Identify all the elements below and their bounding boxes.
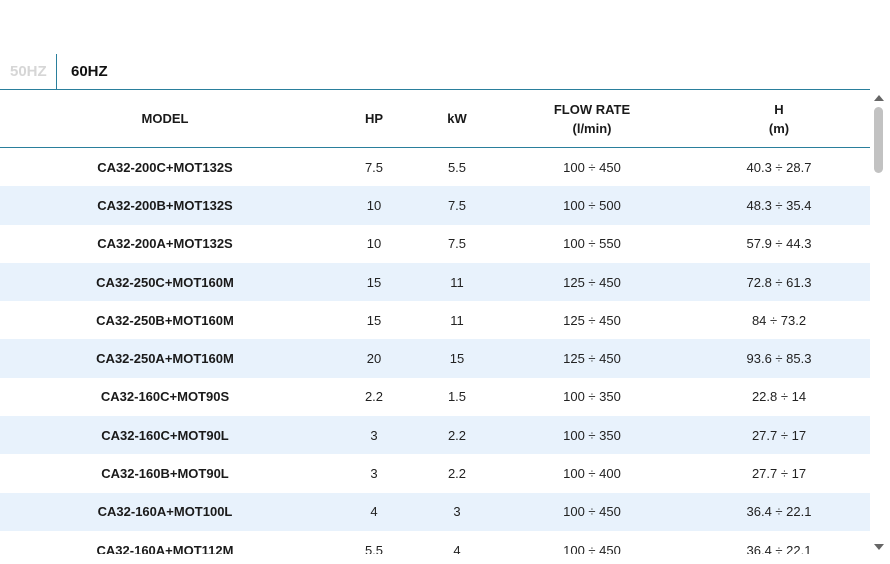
cell-flow: 100 ÷ 350 (563, 389, 621, 405)
cell-h: 22.8 ÷ 14 (751, 389, 807, 405)
table-row: CA32-160A+MOT100L 4 3 100 ÷ 450 36.4 ÷ 22.1 (0, 492, 870, 531)
cell-flow: 125 ÷ 450 (563, 312, 621, 328)
cell-h: 36.4 ÷ 22.1 (688, 492, 870, 531)
cell-kw: 1.5 (447, 389, 467, 405)
models-table: MODEL HP kW FLOW RATE (l/min) H (m) CA32… (0, 90, 870, 554)
cell-h: 84 ÷ 73.2 (751, 312, 807, 328)
header-kw: kW (418, 90, 496, 148)
cell-model: CA32-250A+MOT160M (0, 339, 330, 378)
table-row: CA32-200C+MOT132S 7.5 5.5 100 ÷ 450 40.3 ÷ 2… (0, 148, 870, 187)
cell-kw: 15 (418, 339, 496, 378)
cell-model: CA32-160A+MOT100L (0, 492, 330, 531)
cell-h: 40.3 ÷ 28.7 (746, 159, 812, 175)
vertical-scrollbar[interactable] (872, 92, 886, 554)
models-table-container: MODEL HP kW FLOW RATE (l/min) H (m) CA32… (0, 90, 870, 554)
cell-hp: 15 (330, 262, 418, 302)
table-row: CA32-160A+MOT112M 5.5 4 100 ÷ 450 36.4 ÷ 22.… (0, 531, 870, 554)
cell-flow: 100 ÷ 400 (563, 466, 621, 482)
cell-h: 36.4 ÷ 22.1 (746, 542, 812, 554)
cell-model: CA32-200B+MOT132S (0, 186, 330, 225)
cell-hp: 10 (330, 186, 418, 225)
scroll-down-arrow-icon[interactable] (874, 544, 884, 550)
cell-flow: 100 ÷ 450 (496, 492, 688, 531)
cell-kw: 5.5 (447, 159, 467, 175)
table-row: CA32-250C+MOT160M 15 11 125 ÷ 450 72.8 ÷ 61.… (0, 262, 870, 302)
cell-model: CA32-250C+MOT160M (0, 262, 330, 302)
cell-h: 72.8 ÷ 61.3 (688, 262, 870, 302)
header-head: H (m) (688, 90, 870, 148)
cell-kw: 11 (450, 312, 464, 328)
cell-kw: 7.5 (418, 186, 496, 225)
cell-hp: 2.2 (364, 389, 384, 405)
cell-flow: 125 ÷ 450 (496, 339, 688, 378)
scroll-up-arrow-icon[interactable] (874, 95, 884, 101)
cell-model: CA32-250B+MOT160M (96, 312, 234, 328)
cell-h: 93.6 ÷ 85.3 (688, 339, 870, 378)
cell-h: 48.3 ÷ 35.4 (688, 186, 870, 225)
cell-hp: 4 (330, 492, 418, 531)
header-model: MODEL (0, 90, 330, 148)
cell-h: 27.7 ÷ 17 (751, 466, 807, 482)
cell-kw: 2.2 (447, 466, 467, 482)
cell-hp: 3 (370, 466, 378, 482)
cell-flow: 100 ÷ 450 (563, 542, 621, 554)
cell-flow: 100 ÷ 550 (563, 236, 621, 252)
table-header-row: MODEL HP kW FLOW RATE (l/min) H (m) (0, 90, 870, 148)
cell-model: CA32-160A+MOT112M (96, 542, 234, 554)
cell-hp: 5.5 (364, 542, 384, 554)
table-row: CA32-250B+MOT160M 15 11 125 ÷ 450 84 ÷ 73.2 (0, 301, 870, 339)
table-row: CA32-160C+MOT90L 3 2.2 100 ÷ 350 27.7 ÷ 17 (0, 416, 870, 455)
table-row: CA32-160B+MOT90L 3 2.2 100 ÷ 400 27.7 ÷ 17 (0, 454, 870, 492)
cell-h: 27.7 ÷ 17 (688, 416, 870, 455)
cell-model: CA32-160B+MOT90L (101, 466, 229, 482)
cell-kw: 2.2 (418, 416, 496, 455)
cell-model: CA32-160C+MOT90S (100, 389, 230, 405)
cell-hp: 20 (330, 339, 418, 378)
table-row: CA32-200A+MOT132S 10 7.5 100 ÷ 550 57.9 ÷ 44… (0, 225, 870, 263)
cell-kw: 11 (418, 262, 496, 302)
table-row: CA32-160C+MOT90S 2.2 1.5 100 ÷ 350 22.8 ÷ 14 (0, 378, 870, 416)
cell-hp: 7.5 (364, 159, 384, 175)
frequency-tabs: 50HZ 60HZ (0, 54, 870, 90)
cell-kw: 7.5 (447, 236, 467, 252)
cell-h: 57.9 ÷ 44.3 (746, 236, 812, 252)
header-hp: HP (330, 90, 418, 148)
cell-model: CA32-200C+MOT132S (97, 159, 233, 175)
tab-60hz[interactable]: 60HZ (57, 54, 118, 89)
cell-model: CA32-200A+MOT132S (97, 236, 233, 252)
tab-50hz[interactable]: 50HZ (0, 54, 57, 89)
cell-flow: 100 ÷ 500 (496, 186, 688, 225)
cell-hp: 15 (366, 312, 382, 328)
cell-kw: 4 (453, 542, 461, 554)
table-row: CA32-200B+MOT132S 10 7.5 100 ÷ 500 48.3 ÷ 35… (0, 186, 870, 225)
cell-model: CA32-160C+MOT90L (0, 416, 330, 455)
cell-kw: 3 (418, 492, 496, 531)
cell-hp: 10 (366, 236, 382, 252)
cell-flow: 125 ÷ 450 (496, 262, 688, 302)
table-row: CA32-250A+MOT160M 20 15 125 ÷ 450 93.6 ÷ 85.… (0, 339, 870, 378)
cell-hp: 3 (330, 416, 418, 455)
scroll-thumb[interactable] (874, 107, 883, 173)
cell-flow: 100 ÷ 350 (496, 416, 688, 455)
header-flow-rate: FLOW RATE (l/min) (496, 90, 688, 148)
cell-flow: 100 ÷ 450 (563, 159, 621, 175)
